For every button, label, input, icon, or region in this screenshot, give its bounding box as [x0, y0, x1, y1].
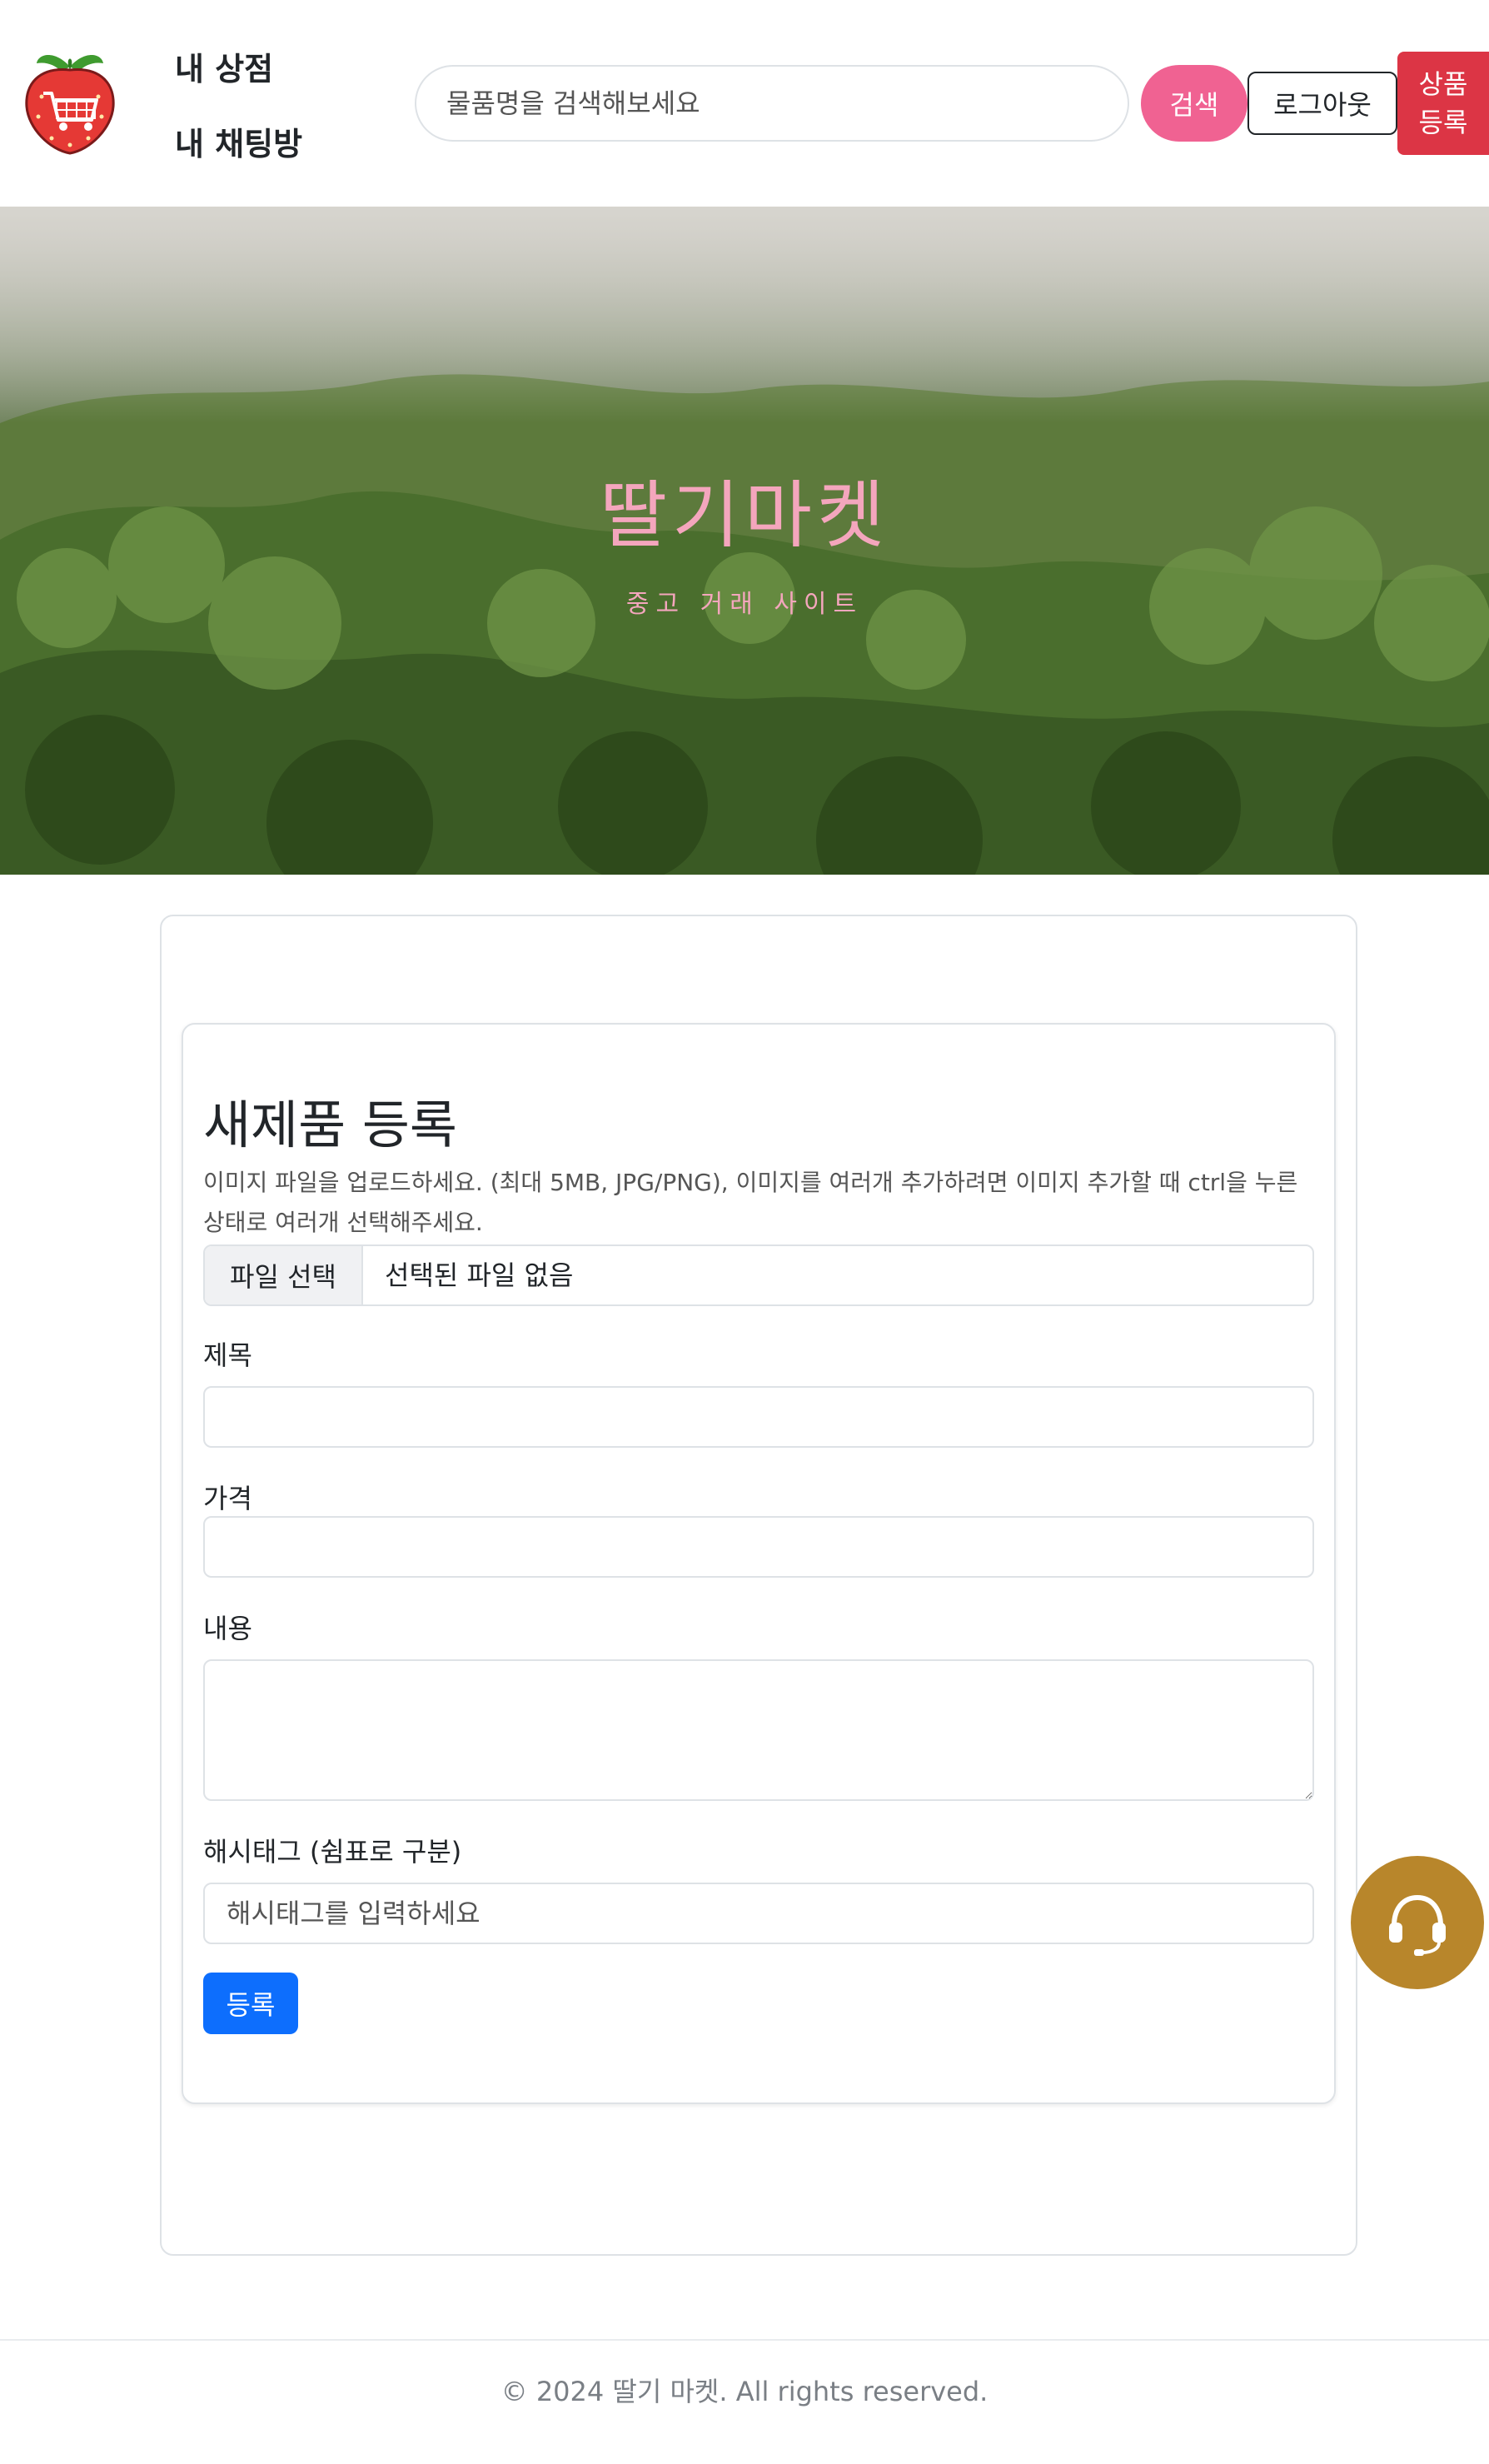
strawberry-cart-icon[interactable]	[22, 42, 118, 155]
customer-support-button[interactable]	[1351, 1856, 1484, 1989]
file-status-text: 선택된 파일 없음	[385, 1259, 574, 1291]
content-textarea[interactable]	[203, 1659, 1314, 1801]
title-label: 제목	[203, 1339, 252, 1371]
nav-my-chat-link[interactable]: 내 채팅방	[175, 118, 302, 164]
nav-my-store-link[interactable]: 내 상점	[175, 43, 273, 89]
logout-button[interactable]: 로그아웃	[1247, 72, 1397, 135]
content-label: 내용	[203, 1613, 252, 1644]
hero-subtitle: 중고 거래 사이트	[625, 590, 864, 619]
image-file-input[interactable]: 파일 선택 선택된 파일 없음	[203, 1244, 1314, 1306]
image-upload-help-text: 이미지 파일을 업로드하세요. (최대 5MB, JPG/PNG), 이미지를 …	[203, 1169, 1298, 1236]
form-title: 새제품 등록	[203, 1095, 457, 1155]
price-label: 가격	[203, 1483, 252, 1514]
hashtag-input[interactable]	[203, 1883, 1314, 1944]
register-product-label-line1: 상품	[1418, 68, 1468, 100]
hero-title: 딸기마켓	[600, 472, 889, 558]
title-input[interactable]	[203, 1386, 1314, 1448]
headset-icon	[1389, 1894, 1446, 1956]
register-product-button[interactable]: 상품 등록	[1397, 52, 1489, 155]
register-product-label-line2: 등록	[1418, 107, 1468, 138]
search-button[interactable]: 검색	[1141, 65, 1247, 142]
choose-file-button[interactable]: 파일 선택	[205, 1246, 363, 1304]
site-header: 내 상점 내 채팅방 검색 로그아웃 상품 등록	[0, 0, 1489, 207]
price-input[interactable]	[203, 1516, 1314, 1578]
search-input[interactable]	[415, 65, 1129, 142]
hero-banner: 딸기마켓 중고 거래 사이트	[0, 207, 1489, 875]
hashtag-label: 해시태그 (쉼표로 구분)	[203, 1836, 462, 1868]
footer-copyright: © 2024 딸기 마켓. All rights reserved.	[500, 2376, 989, 2407]
footer-divider	[0, 2339, 1489, 2341]
submit-button[interactable]: 등록	[203, 1973, 298, 2034]
